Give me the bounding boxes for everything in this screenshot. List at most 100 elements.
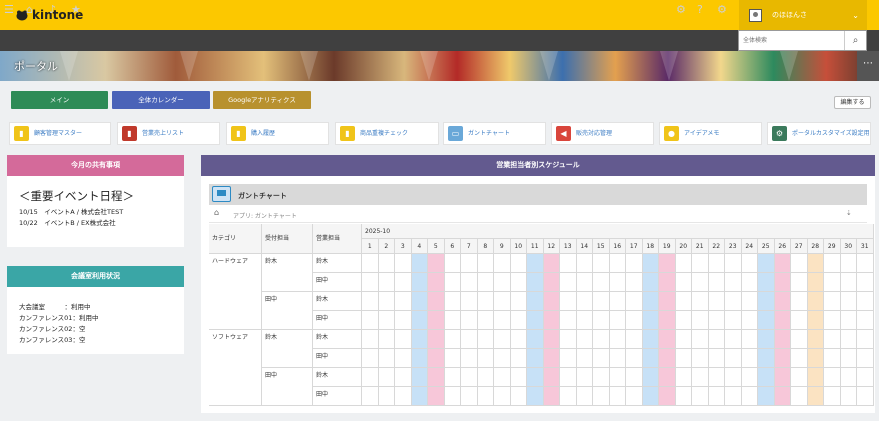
app-tile-duplicate-check[interactable]: ▮ 商品重複チェック — [335, 122, 439, 145]
gantt-day-cell — [510, 349, 527, 368]
gantt-day-cell — [477, 254, 494, 273]
help-icon[interactable]: ? — [697, 3, 703, 17]
bell-icon[interactable]: ♪ — [49, 3, 56, 17]
app-tile-sales-list[interactable]: ▮ 営業売上リスト — [117, 122, 220, 145]
gantt-day-cell — [675, 273, 692, 292]
menu-icon[interactable]: ☰ — [4, 3, 14, 17]
app-tile-purchase-history[interactable]: ▮ 購入履歴 — [226, 122, 329, 145]
gantt-grid: カテゴリ 受付担当 営業担当 2025-10 1 2 3 4 5 6 7 8 9 10 11 12 13 14 15… — [209, 224, 874, 407]
gantt-day-cell — [708, 292, 725, 311]
gantt-day-cell — [824, 254, 841, 273]
day-header: 1 — [362, 239, 379, 254]
gear-icon[interactable]: ⚙ — [676, 3, 686, 17]
gantt-day-cell — [444, 311, 461, 330]
gantt-day-cell — [741, 349, 758, 368]
gantt-day-cell — [840, 368, 857, 387]
user-menu[interactable]: のほほんさ ⌄ — [739, 0, 867, 30]
gantt-day-cell — [576, 330, 593, 349]
gantt-day-cell — [626, 311, 643, 330]
app-tile-idea-memo[interactable]: ● アイデアメモ — [659, 122, 762, 145]
app-tile-portal-customize[interactable]: ⚙ ポータルカスタマイズ設定用 — [767, 122, 871, 145]
panel-title: 会議室利用状況 — [7, 266, 184, 287]
pin-icon[interactable]: ⇣ — [846, 209, 852, 217]
gantt-day-cell — [609, 311, 626, 330]
more-options-icon[interactable]: ⋯ — [857, 51, 879, 81]
gantt-day-cell — [576, 273, 593, 292]
day-header: 7 — [461, 239, 478, 254]
app-tile-sales-response[interactable]: ◀ 販売対応管理 — [551, 122, 654, 145]
search-icon[interactable]: ⌕ — [844, 31, 866, 50]
app-tile-gantt-chart[interactable]: ▭ ガントチャート — [443, 122, 546, 145]
gantt-day-cell — [411, 311, 428, 330]
gantt-day-cell — [378, 311, 395, 330]
global-search: ⌕ — [738, 30, 867, 51]
gantt-day-cell — [477, 387, 494, 406]
day-header: 9 — [494, 239, 511, 254]
day-header: 10 — [510, 239, 527, 254]
gantt-day-cell — [741, 292, 758, 311]
gantt-day-cell — [477, 311, 494, 330]
app-tile-customer-master[interactable]: ▮ 顧客管理マスター — [9, 122, 111, 145]
tab-main[interactable]: メイン — [11, 91, 108, 109]
search-input[interactable] — [739, 31, 845, 50]
gantt-day-cell — [708, 387, 725, 406]
edit-button[interactable]: 編集する — [834, 96, 871, 109]
gantt-day-cell — [543, 292, 560, 311]
sales-cell: 田中 — [313, 311, 362, 330]
gantt-day-cell — [659, 273, 676, 292]
gantt-day-cell — [807, 273, 824, 292]
tab-google-analytics[interactable]: Googleアナリティクス — [213, 91, 311, 109]
app-tile-label: 販売対応管理 — [576, 130, 613, 137]
sales-cell: 鈴木 — [313, 254, 362, 273]
monitor-icon: ▭ — [448, 126, 463, 141]
tab-calendar[interactable]: 全体カレンダー — [112, 91, 210, 109]
gantt-day-cell — [593, 387, 610, 406]
gantt-day-cell — [593, 311, 610, 330]
gantt-day-cell — [659, 311, 676, 330]
gantt-day-cell — [461, 292, 478, 311]
gantt-day-cell — [741, 387, 758, 406]
day-header: 3 — [395, 239, 412, 254]
app-tile-label: ガントチャート — [468, 130, 510, 137]
gantt-day-cell — [840, 311, 857, 330]
conference-room-panel: 会議室利用状況 大会議室 ：利用中 カンファレンス01：利用中 カンファレンス0… — [7, 266, 184, 354]
gantt-day-cell — [626, 292, 643, 311]
home-icon[interactable]: ⌂ — [214, 208, 219, 217]
gantt-day-cell — [758, 387, 775, 406]
gantt-app-header — [209, 184, 867, 205]
gantt-day-cell — [444, 292, 461, 311]
day-header: 24 — [741, 239, 758, 254]
gantt-day-cell — [560, 292, 577, 311]
gantt-day-cell — [626, 273, 643, 292]
gantt-day-cell — [626, 349, 643, 368]
gantt-day-cell — [593, 368, 610, 387]
breadcrumb-text[interactable]: アプリ: ガントチャート — [233, 211, 297, 220]
gantt-day-cell — [444, 387, 461, 406]
day-header: 21 — [692, 239, 709, 254]
gantt-day-cell — [543, 349, 560, 368]
day-header: 31 — [857, 239, 874, 254]
gantt-day-cell — [692, 254, 709, 273]
gantt-day-cell — [840, 273, 857, 292]
gantt-day-cell — [543, 387, 560, 406]
gantt-day-cell — [708, 273, 725, 292]
pencil-decoration — [660, 51, 678, 81]
gantt-day-cell — [527, 254, 544, 273]
gantt-day-cell — [642, 311, 659, 330]
gantt-day-cell — [725, 387, 742, 406]
gantt-day-cell — [758, 330, 775, 349]
star-icon[interactable]: ★ — [71, 3, 81, 17]
gantt-day-cell — [362, 349, 379, 368]
gantt-day-cell — [444, 273, 461, 292]
settings-icon[interactable]: ⚙ — [717, 3, 727, 17]
gantt-day-cell — [758, 368, 775, 387]
gantt-day-cell — [659, 330, 676, 349]
gantt-day-cell — [725, 311, 742, 330]
gantt-day-cell — [576, 387, 593, 406]
gantt-day-cell — [692, 311, 709, 330]
gantt-day-cell — [477, 330, 494, 349]
gantt-day-cell — [362, 330, 379, 349]
gantt-day-cell — [444, 330, 461, 349]
sales-cell: 鈴木 — [313, 330, 362, 349]
home-icon[interactable]: ⌂ — [26, 3, 33, 17]
